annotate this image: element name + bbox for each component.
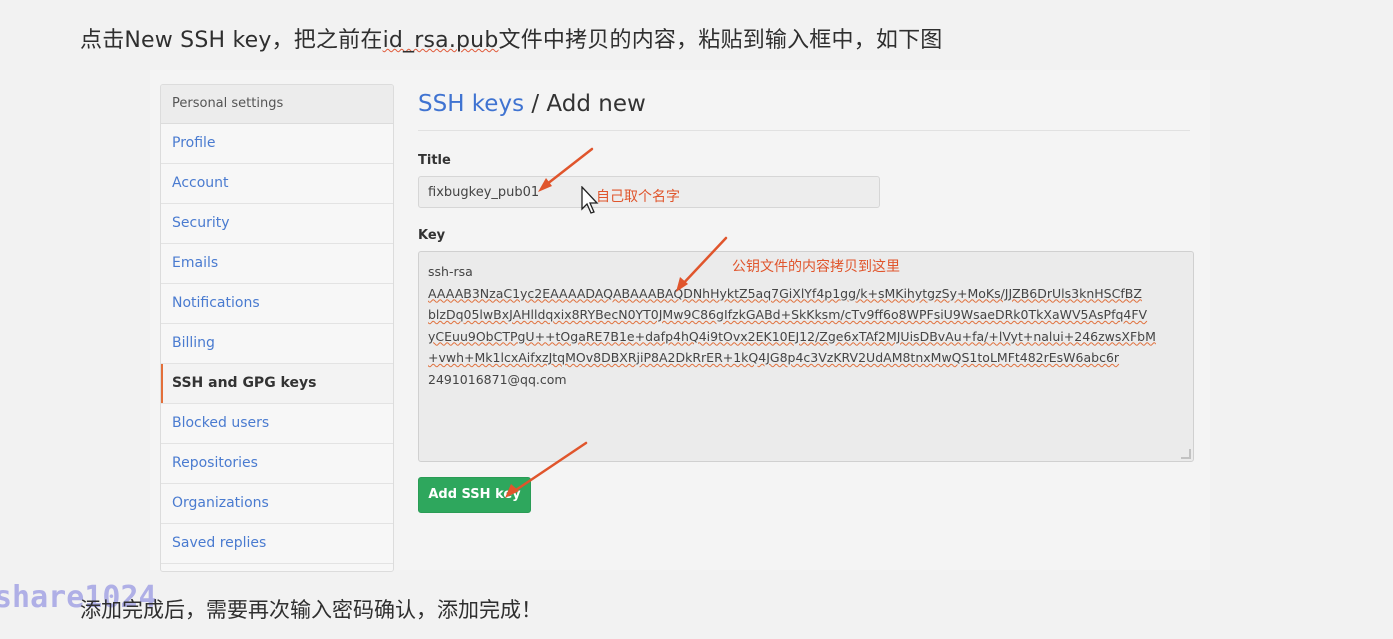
page-title: SSH keys / Add new — [418, 84, 1190, 131]
key-annotation: 公钥文件的内容拷贝到这里 — [732, 259, 900, 275]
sidebar-header: Personal settings — [161, 85, 393, 124]
settings-sidebar: Personal settings Profile Account Securi… — [160, 84, 394, 572]
sidebar-item-billing[interactable]: Billing — [161, 324, 393, 364]
sidebar-item-notifications[interactable]: Notifications — [161, 284, 393, 324]
key-line: 2491016871@qq.com — [428, 371, 567, 387]
key-line: AAAAB3NzaC1yc2EAAAADAQABAAABAQDNhHyktZ5a… — [428, 285, 1142, 301]
key-line: yCEuu9ObCTPgU++tOgaRE7B1e+dafp4hQ4i9tOvx… — [428, 328, 1156, 344]
sidebar-item-repositories[interactable]: Repositories — [161, 444, 393, 484]
sidebar-item-account[interactable]: Account — [161, 164, 393, 204]
key-line-text: ssh-rsa — [428, 264, 473, 279]
add-ssh-key-button[interactable]: Add SSH key — [418, 477, 531, 513]
key-textarea[interactable]: ssh-rsa AAAAB3NzaC1yc2EAAAADAQABAAABAQDN… — [418, 251, 1194, 462]
sidebar-item-security[interactable]: Security — [161, 204, 393, 244]
breadcrumb-ssh-keys-link[interactable]: SSH keys — [418, 91, 524, 117]
title-label: Title — [418, 153, 451, 168]
resize-handle-icon[interactable] — [1181, 449, 1191, 459]
key-label: Key — [418, 228, 446, 243]
key-line: +vwh+Mk1lcxAifxzJtqMOv8DBXRjiP8A2DkRrER+… — [428, 350, 1120, 365]
bottom-caption: 添加完成后，需要再次输入密码确认，添加完成！ — [80, 598, 542, 622]
top-caption: 点击New SSH key，把之前在id_rsa.pub文件中拷贝的内容，粘贴到… — [80, 22, 943, 54]
title-annotation: 自己取个名字 — [596, 189, 680, 205]
top-caption-before: 点击New SSH key，把之前在 — [80, 28, 383, 53]
github-settings-screenshot: Personal settings Profile Account Securi… — [150, 70, 1210, 572]
sidebar-item-ssh-gpg-keys[interactable]: SSH and GPG keys — [161, 364, 393, 404]
sidebar-item-emails[interactable]: Emails — [161, 244, 393, 284]
top-caption-filename: id_rsa.pub — [382, 28, 499, 53]
top-caption-after: 文件中拷贝的内容，粘贴到输入框中，如下图 — [498, 28, 943, 53]
mouse-cursor-icon — [581, 186, 599, 214]
tutorial-page: 点击New SSH key，把之前在id_rsa.pub文件中拷贝的内容，粘贴到… — [0, 0, 1393, 639]
ssh-key-form: SSH keys / Add new Title fixbugkey_pub01… — [418, 84, 1194, 513]
sidebar-item-organizations[interactable]: Organizations — [161, 484, 393, 524]
breadcrumb-current: / Add new — [524, 91, 646, 117]
sidebar-item-blocked-users[interactable]: Blocked users — [161, 404, 393, 444]
sidebar-item-saved-replies[interactable]: Saved replies — [161, 524, 393, 564]
key-line: blzDq05lwBxJAHlldqxix8RYBecN0YT0JMw9C86g… — [428, 307, 1148, 322]
sidebar-item-profile[interactable]: Profile — [161, 124, 393, 164]
